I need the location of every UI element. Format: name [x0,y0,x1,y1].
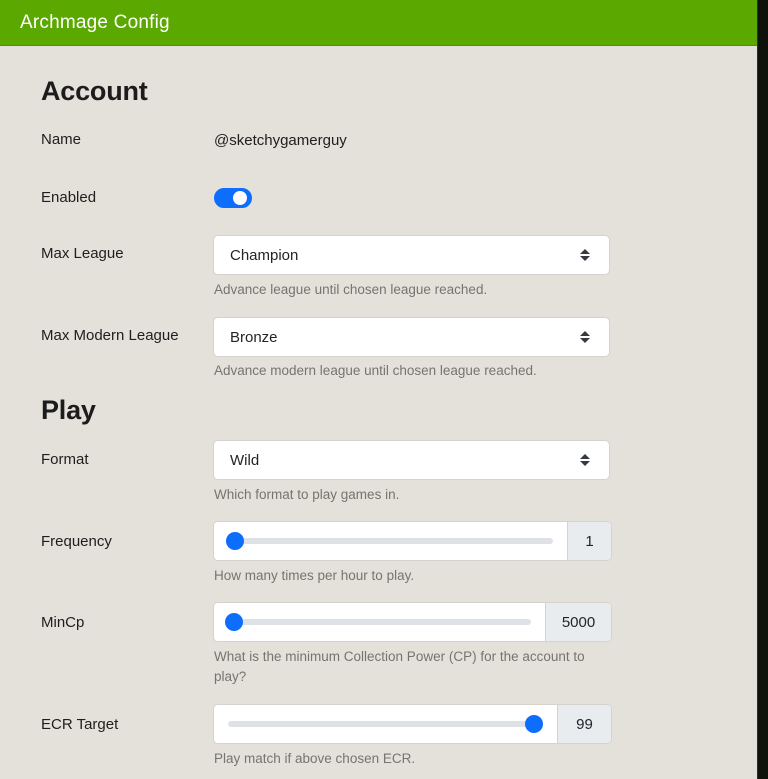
label-name: Name [41,131,82,148]
help-mincp: What is the minimum Collection Power (CP… [214,649,585,684]
label-ecr-target: ECR Target [41,716,119,733]
label-max-modern-league: Max Modern League [41,327,179,344]
slider-ecr-target-track[interactable] [228,715,543,733]
select-format-value: Wild [230,451,260,469]
slider-mincp[interactable] [214,603,545,641]
section-heading-play: Play [41,395,96,425]
select-max-modern-league-value: Bronze [230,328,278,346]
label-enabled: Enabled [41,189,97,206]
toggle-enabled[interactable] [214,188,252,208]
slider-mincp-value: 5000 [545,603,611,641]
app-header-bar: Archmage Config [0,0,757,46]
section-heading-account: Account [41,76,148,106]
app-title: Archmage Config [20,11,170,33]
slider-frequency[interactable] [214,522,567,560]
select-max-modern-league[interactable]: Bronze [213,317,610,357]
slider-mincp-track[interactable] [225,613,531,631]
help-ecr-target: Play match if above chosen ECR. [214,751,416,766]
select-max-league[interactable]: Champion [213,235,610,275]
label-max-league: Max League [41,245,124,262]
chevron-updown-icon [579,451,591,469]
label-format: Format [41,451,89,468]
config-page: Archmage Config Account Name @sketchygam… [0,0,757,779]
slider-ecr-target-group: 99 [213,704,612,744]
chevron-updown-icon [579,246,591,264]
app-window: Archmage Config Account Name @sketchygam… [0,0,768,779]
help-max-modern-league: Advance modern league until chosen leagu… [214,363,537,378]
select-max-league-value: Champion [230,246,299,264]
slider-frequency-track[interactable] [225,532,553,550]
select-format[interactable]: Wild [213,440,610,480]
toggle-knob-icon [233,191,247,205]
slider-frequency-thumb[interactable] [225,532,244,550]
help-max-league: Advance league until chosen league reach… [214,282,488,297]
slider-ecr-target-value: 99 [557,705,611,743]
help-frequency: How many times per hour to play. [214,568,415,583]
window-right-edge [757,0,768,779]
slider-ecr-target-thumb[interactable] [524,715,543,733]
slider-mincp-group: 5000 [213,602,612,642]
chevron-updown-icon [579,328,591,346]
slider-ecr-target[interactable] [214,705,557,743]
slider-frequency-group: 1 [213,521,612,561]
label-mincp: MinCp [41,614,85,631]
value-account-name: @sketchygamerguy [214,132,347,149]
slider-frequency-value: 1 [567,522,611,560]
slider-mincp-thumb[interactable] [225,613,244,631]
label-frequency: Frequency [41,533,112,550]
help-format: Which format to play games in. [214,487,400,502]
